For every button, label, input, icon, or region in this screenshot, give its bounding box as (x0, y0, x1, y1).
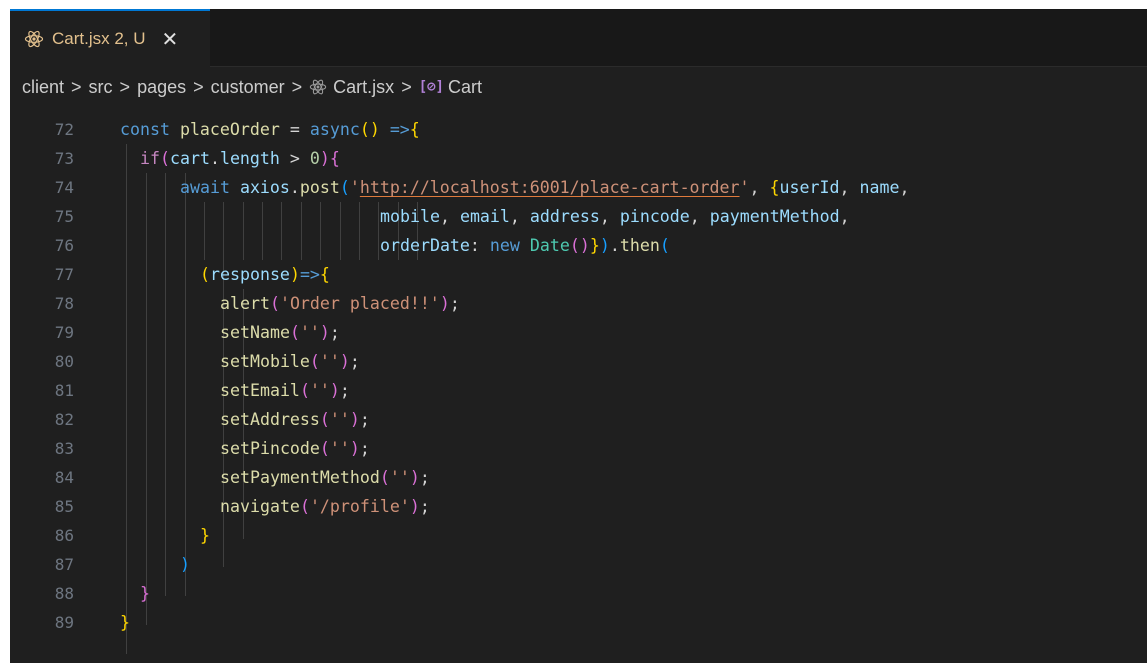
chevron-right-icon: > (71, 76, 82, 97)
line-number: 82 (54, 410, 74, 429)
breadcrumb-item-cart-symbol[interactable]: Cart (448, 77, 482, 98)
code-line[interactable]: 87 ) (10, 550, 1147, 579)
tab-bar: Cart.jsx 2, U ✕ (10, 9, 1147, 67)
code-line[interactable]: 76 orderDate: new Date()}).then( (10, 231, 1147, 260)
line-number: 88 (54, 584, 74, 603)
line-number: 79 (54, 323, 74, 342)
code-text: setName(''); (220, 323, 340, 342)
code-line[interactable]: 80 setMobile(''); (10, 347, 1147, 376)
chevron-right-icon: > (193, 76, 204, 97)
line-number: 74 (54, 178, 74, 197)
line-number: 72 (54, 120, 74, 139)
code-text: } (120, 613, 130, 632)
line-number: 73 (54, 149, 74, 168)
line-number: 84 (54, 468, 74, 487)
line-number: 81 (54, 381, 74, 400)
code-line[interactable]: 72 const placeOrder = async() =>{ (10, 115, 1147, 144)
code-line[interactable]: 84 setPaymentMethod(''); (10, 463, 1147, 492)
code-text: ) (180, 555, 190, 574)
code-line[interactable]: 85 navigate('/profile'); (10, 492, 1147, 521)
code-text: const placeOrder = async() =>{ (120, 120, 420, 139)
code-line[interactable]: 77 (response)=>{ (10, 260, 1147, 289)
react-icon (309, 78, 327, 96)
code-line[interactable]: 78 alert('Order placed!!'); (10, 289, 1147, 318)
code-text: (response)=>{ (200, 265, 330, 284)
code-editor[interactable]: 72 const placeOrder = async() =>{ 73 if(ca… (10, 107, 1147, 663)
code-text: await axios.post('http://localhost:6001/… (180, 178, 910, 197)
line-number: 85 (54, 497, 74, 516)
breadcrumb-item-customer[interactable]: customer (211, 77, 285, 98)
tab-cart-jsx[interactable]: Cart.jsx 2, U ✕ (10, 9, 210, 67)
line-number: 75 (54, 207, 74, 226)
code-text: setAddress(''); (220, 410, 370, 429)
code-line[interactable]: 73 if(cart.length > 0){ (10, 144, 1147, 173)
code-text: if(cart.length > 0){ (140, 149, 340, 168)
close-icon[interactable]: ✕ (162, 27, 179, 51)
line-number: 78 (54, 294, 74, 313)
line-number: 76 (54, 236, 74, 255)
line-number: 89 (54, 613, 74, 632)
chevron-right-icon: > (401, 76, 412, 97)
chevron-right-icon: > (119, 76, 131, 97)
code-text: orderDate: new Date()}).then( (380, 236, 670, 255)
breadcrumb-item-pages[interactable]: pages (137, 77, 186, 98)
line-number: 83 (54, 439, 74, 458)
code-text: } (140, 584, 150, 603)
code-text: alert('Order placed!!'); (220, 294, 460, 313)
code-line[interactable]: 74 await axios.post('http://localhost:60… (10, 173, 1147, 202)
breadcrumb-item-src[interactable]: src (89, 77, 113, 98)
breadcrumb-item-client[interactable]: client (22, 77, 64, 98)
code-text: mobile, email, address, pincode, payment… (380, 207, 850, 226)
code-line[interactable]: 86 } (10, 521, 1147, 550)
code-line[interactable]: 75 mobile, email, address, pincode, paym… (10, 202, 1147, 231)
code-text: setPaymentMethod(''); (220, 468, 430, 487)
line-number: 87 (54, 555, 74, 574)
code-line[interactable]: 89} (10, 608, 1147, 637)
code-text: setMobile(''); (220, 352, 360, 371)
react-icon (24, 29, 44, 49)
code-line[interactable]: 82 setAddress(''); (10, 405, 1147, 434)
code-line[interactable]: 81 setEmail(''); (10, 376, 1147, 405)
line-number: 80 (54, 352, 74, 371)
chevron-right-icon: > (291, 76, 303, 97)
tab-label: Cart.jsx 2, U (52, 29, 146, 48)
line-number: 77 (54, 265, 74, 284)
code-line[interactable]: 88 } (10, 579, 1147, 608)
editor-window: Cart.jsx 2, U ✕ client > src > pages > c… (10, 9, 1147, 663)
code-text: } (200, 526, 210, 545)
code-text: setEmail(''); (220, 381, 350, 400)
code-text: navigate('/profile'); (220, 497, 430, 516)
breadcrumb-item-cart-jsx[interactable]: Cart.jsx (333, 77, 394, 98)
code-text: setPincode(''); (220, 439, 370, 458)
breadcrumb: client > src > pages > customer > Cart.j… (10, 67, 1147, 107)
line-number: 86 (54, 526, 74, 545)
code-line[interactable]: 83 setPincode(''); (10, 434, 1147, 463)
symbol-variable-icon: [⊘] (418, 79, 444, 95)
code-line[interactable]: 79 setName(''); (10, 318, 1147, 347)
